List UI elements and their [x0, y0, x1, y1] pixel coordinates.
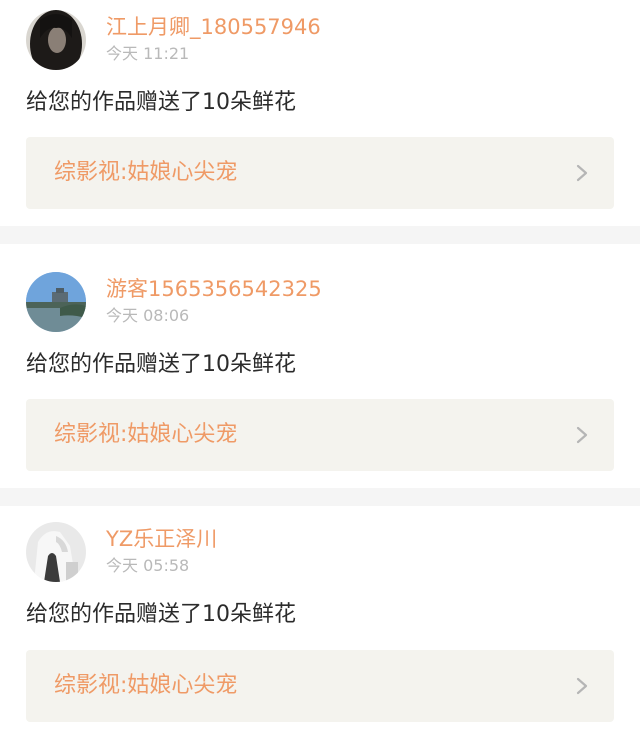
gift-message: 给您的作品赠送了10朵鲜花: [26, 602, 296, 627]
avatar-image: [26, 522, 86, 582]
gift-message: 给您的作品赠送了10朵鲜花: [26, 90, 296, 115]
avatar-image: [26, 10, 86, 70]
work-title: 综影视:姑娘心尖宠: [54, 422, 238, 447]
work-title: 综影视:姑娘心尖宠: [54, 160, 238, 185]
work-title: 综影视:姑娘心尖宠: [54, 673, 238, 698]
username[interactable]: 江上月卿_180557946: [106, 14, 321, 40]
notification-item: YZ乐正泽川 今天 05:58 给您的作品赠送了10朵鲜花 综影视:姑娘心尖宠: [0, 506, 640, 738]
username[interactable]: 游客1565356542325: [106, 276, 322, 302]
notification-feed: 江上月卿_180557946 今天 11:21 给您的作品赠送了10朵鲜花 综影…: [0, 0, 640, 738]
work-link[interactable]: 综影视:姑娘心尖宠: [26, 399, 614, 471]
avatar[interactable]: [26, 522, 86, 582]
work-link[interactable]: 综影视:姑娘心尖宠: [26, 650, 614, 722]
avatar[interactable]: [26, 272, 86, 332]
gift-message: 给您的作品赠送了10朵鲜花: [26, 352, 296, 377]
avatar-image: [26, 272, 86, 332]
work-link[interactable]: 综影视:姑娘心尖宠: [26, 137, 614, 209]
notification-item: 游客1565356542325 今天 08:06 给您的作品赠送了10朵鲜花 综…: [0, 244, 640, 488]
chevron-right-icon: [576, 426, 588, 444]
chevron-right-icon: [576, 677, 588, 695]
notification-item: 江上月卿_180557946 今天 11:21 给您的作品赠送了10朵鲜花 综影…: [0, 0, 640, 226]
section-divider: [0, 488, 640, 506]
section-divider: [0, 226, 640, 244]
timestamp: 今天 08:06: [106, 306, 190, 325]
chevron-right-icon: [576, 164, 588, 182]
timestamp: 今天 05:58: [106, 556, 190, 575]
timestamp: 今天 11:21: [106, 44, 190, 63]
avatar[interactable]: [26, 10, 86, 70]
username[interactable]: YZ乐正泽川: [106, 526, 217, 552]
